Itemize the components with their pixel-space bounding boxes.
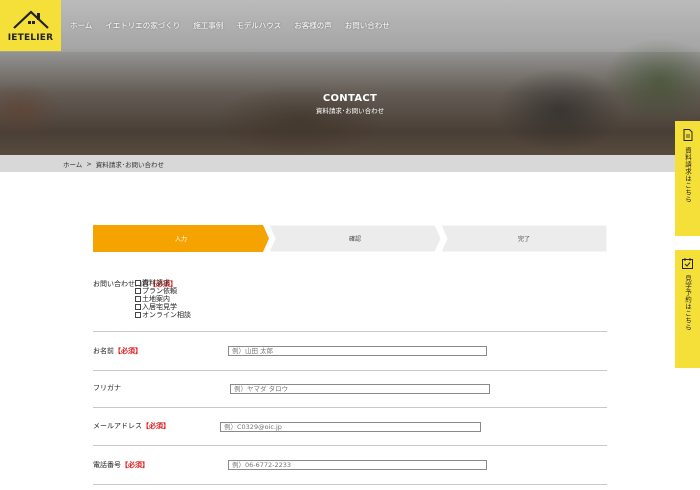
house-roof-icon bbox=[13, 10, 49, 29]
side-tab-catalog-label: 資料請求はこちら bbox=[683, 147, 692, 203]
site-logo[interactable]: IETELIER bbox=[0, 0, 61, 51]
nav-house-building[interactable]: イエトリエの家づくり bbox=[105, 20, 180, 31]
label-kana: フリガナ bbox=[93, 384, 121, 392]
breadcrumb-separator: > bbox=[86, 159, 92, 168]
inquiry-checkboxes: 資料請求 プラン依頼 土地案内 入居宅見学 オンライン相談 bbox=[135, 279, 191, 319]
side-tab-visit-label: 見学予約はこちら bbox=[683, 275, 692, 331]
side-tab-catalog[interactable]: 資料請求はこちら bbox=[675, 121, 700, 236]
option-online[interactable]: オンライン相談 bbox=[135, 311, 191, 319]
kana-input[interactable] bbox=[230, 384, 490, 394]
checkbox[interactable] bbox=[135, 304, 141, 310]
logo-text: IETELIER bbox=[7, 33, 54, 43]
breadcrumb-current: 資料請求･お問い合わせ bbox=[95, 160, 165, 169]
breadcrumb: ホーム > 資料請求･お問い合わせ bbox=[0, 155, 700, 172]
step-confirm: 確認 bbox=[269, 225, 441, 252]
nav-voices[interactable]: お客様の声 bbox=[294, 20, 332, 31]
name-input[interactable] bbox=[228, 346, 487, 356]
breadcrumb-home[interactable]: ホーム bbox=[63, 159, 82, 169]
side-tab-visit[interactable]: 見学予約はこちら bbox=[675, 250, 700, 368]
nav-contact[interactable]: お問い合わせ bbox=[345, 20, 390, 31]
page-subtitle: 資料請求･お問い合わせ bbox=[315, 107, 385, 115]
step-input-label: 入力 bbox=[174, 236, 187, 243]
main-nav: ホーム イエトリエの家づくり 施工事例 モデルハウス お客様の声 お問い合わせ bbox=[70, 20, 403, 31]
row-name: お名前【必須】 bbox=[93, 332, 607, 371]
document-icon bbox=[683, 129, 692, 141]
step-complete: 完了 bbox=[441, 225, 607, 252]
row-phone: 電話番号【必須】 bbox=[93, 446, 607, 485]
label-email: メールアドレス【必須】 bbox=[93, 422, 170, 430]
row-email: メールアドレス【必須】 bbox=[93, 408, 607, 446]
step-confirm-label: 確認 bbox=[348, 236, 361, 243]
email-input[interactable] bbox=[220, 422, 481, 432]
step-input: 入力 bbox=[93, 225, 269, 252]
label-phone: 電話番号【必須】 bbox=[93, 461, 149, 469]
page-title: CONTACT bbox=[322, 93, 378, 104]
row-kana: フリガナ bbox=[93, 371, 607, 408]
nav-works[interactable]: 施工事例 bbox=[193, 20, 223, 31]
label-name: お名前【必須】 bbox=[93, 347, 142, 355]
form-steps: 入力 確認 完了 bbox=[93, 225, 607, 252]
step-complete-label: 完了 bbox=[517, 236, 530, 243]
calendar-check-icon bbox=[682, 258, 693, 269]
phone-input[interactable] bbox=[228, 460, 487, 470]
nav-home[interactable]: ホーム bbox=[70, 20, 92, 31]
checkbox[interactable] bbox=[135, 296, 141, 302]
checkbox[interactable] bbox=[135, 312, 141, 318]
checkbox[interactable] bbox=[135, 280, 141, 286]
nav-model-house[interactable]: モデルハウス bbox=[236, 20, 281, 31]
checkbox[interactable] bbox=[135, 288, 141, 294]
